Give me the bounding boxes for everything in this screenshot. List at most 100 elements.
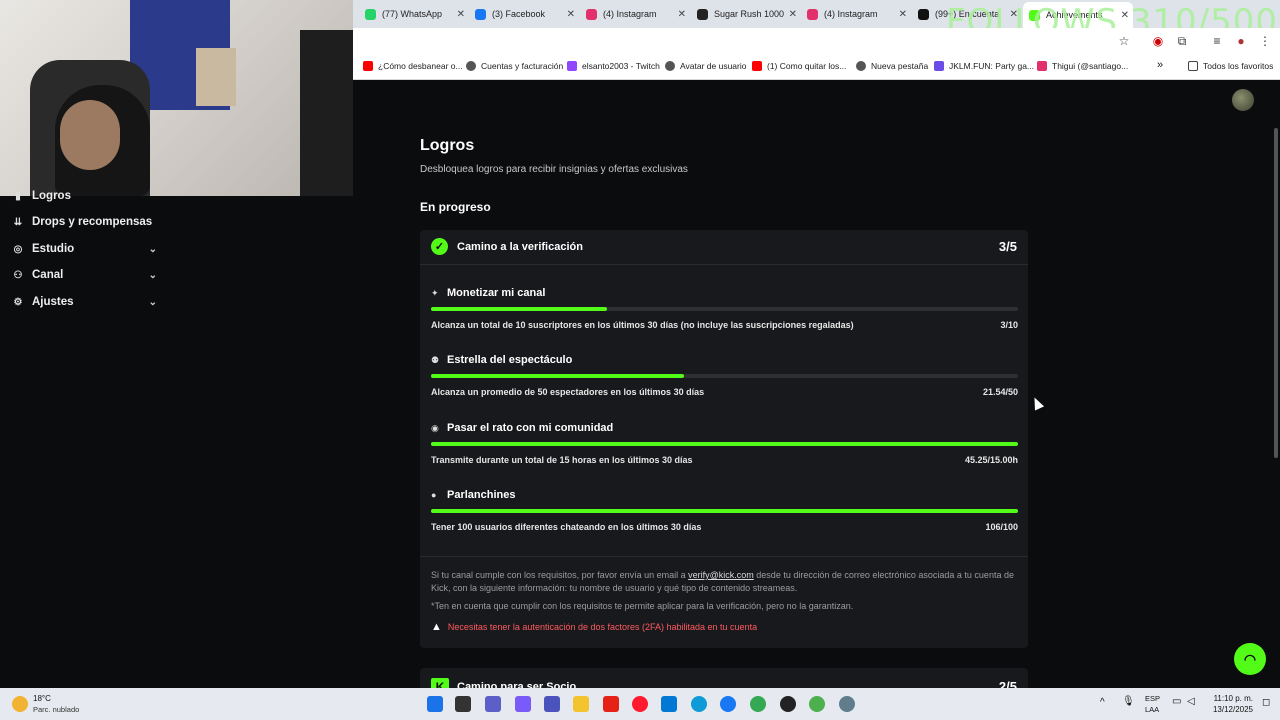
bookmarks-more-button[interactable]: » xyxy=(1157,59,1163,71)
chevron-down-icon[interactable]: ⌄ xyxy=(149,297,157,308)
bookmarks-bar: ¿Cómo desbanear o... Cuentas y facturaci… xyxy=(353,55,1280,80)
scrollbar[interactable] xyxy=(1274,128,1278,458)
chevron-down-icon[interactable]: ⌄ xyxy=(149,270,157,281)
obs-icon[interactable] xyxy=(780,696,796,712)
sidebar-item-drops[interactable]: ⇊ Drops y recompensas xyxy=(8,210,163,234)
weather-description[interactable]: Parc. nublado xyxy=(33,705,79,714)
tiktok-icon xyxy=(918,8,929,20)
extension-badge-icon[interactable]: ◉ xyxy=(1151,34,1165,48)
chrome-profile-icon[interactable] xyxy=(809,696,825,712)
achievement-item: ● Parlanchines Tener 100 usuarios difere… xyxy=(431,488,1018,543)
bookmark-item[interactable]: JKLM.FUN: Party ga... xyxy=(934,61,1034,71)
achievement-title: Parlanchines xyxy=(447,489,516,501)
network-icon[interactable]: ▭ xyxy=(1172,696,1181,707)
achievement-description: Alcanza un promedio de 50 espectadores e… xyxy=(431,387,705,397)
profile-icon[interactable]: ● xyxy=(1234,34,1248,48)
progress-bar xyxy=(431,509,1018,513)
bookmark-item[interactable]: elsanto2003 - Twitch xyxy=(567,61,660,71)
teams-work-icon[interactable] xyxy=(544,696,560,712)
sugar-rush-icon xyxy=(697,8,708,20)
support-chat-button[interactable]: ◠ xyxy=(1234,643,1266,675)
clock-date[interactable]: 13/12/2025 xyxy=(1208,705,1253,714)
achievement-item: ◉ Pasar el rato con mi comunidad Transmi… xyxy=(431,421,1018,476)
progress-bar xyxy=(431,307,1018,311)
webcam-overlay xyxy=(0,0,353,196)
language-indicator[interactable]: ESP xyxy=(1145,694,1160,703)
tray-chevron-icon[interactable]: ^ xyxy=(1100,697,1105,708)
jklm-icon xyxy=(934,61,944,71)
warning-icon: ▲ xyxy=(431,621,442,633)
viewers-icon: ⚉ xyxy=(431,355,440,365)
progress-fill xyxy=(431,442,1018,446)
microphone-icon[interactable]: 🎙 xyxy=(1122,696,1135,707)
achievement-item: ✦ Monetizar mi canal Alcanza un total de… xyxy=(431,286,1018,341)
all-bookmarks-button[interactable]: Todos los favoritos xyxy=(1188,61,1273,71)
edge-icon[interactable] xyxy=(691,696,707,712)
keyboard-layout[interactable]: LAA xyxy=(1145,705,1159,714)
chevron-down-icon[interactable]: ⌄ xyxy=(149,244,157,255)
bookmark-item[interactable]: ¿Cómo desbanear o... xyxy=(363,61,463,71)
facebook-app-icon[interactable] xyxy=(720,696,736,712)
sidebar-item-logros[interactable]: ▮ Logros xyxy=(8,184,163,208)
achievement-description: Tener 100 usuarios diferentes chateando … xyxy=(431,522,702,532)
page-subtitle: Desbloquea logros para recibir insignias… xyxy=(420,164,688,175)
taskbar: 18°C Parc. nublado ^ 🎙 ESP LAA ▭ ◁ 11:10… xyxy=(0,688,1280,720)
verify-email-link[interactable]: verify@kick.com xyxy=(688,570,754,580)
bookmark-item[interactable]: Cuentas y facturación xyxy=(466,61,563,71)
avatar[interactable] xyxy=(1232,89,1254,111)
chrome-profile-2-icon[interactable] xyxy=(839,696,855,712)
media-icon[interactable]: ≡ xyxy=(1210,34,1224,48)
globe-icon xyxy=(665,61,675,71)
teams-icon[interactable] xyxy=(485,696,501,712)
youtube-app-icon[interactable] xyxy=(603,696,619,712)
tab-whatsapp[interactable]: (77) WhatsApp ✕ xyxy=(359,4,469,24)
sidebar-item-canal[interactable]: ⚇ Canal ⌄ xyxy=(8,263,163,287)
bookmark-item[interactable]: (1) Como quitar los... xyxy=(752,61,846,71)
settings-icon: ⚙ xyxy=(13,296,23,308)
card-header[interactable]: ✓ Camino a la verificación 3/5 xyxy=(420,230,1028,265)
star-icon[interactable]: ☆ xyxy=(1117,34,1131,48)
tab-instagram-2[interactable]: (4) Instagram ✕ xyxy=(801,4,911,24)
bookmark-item[interactable]: Nueva pestaña xyxy=(856,61,928,71)
studio-icon: ◎ xyxy=(13,243,23,255)
volume-icon[interactable]: ◁ xyxy=(1187,696,1195,707)
whatsapp-icon xyxy=(365,8,376,20)
weather-temperature[interactable]: 18°C xyxy=(33,694,51,703)
browser-toolbar: ☆ ◉ ⧉ ≡ ● ⋮ xyxy=(353,28,1280,55)
bookmark-item[interactable]: Avatar de usuario xyxy=(665,61,746,71)
bookmark-item[interactable]: Thigui (@santiago... xyxy=(1037,61,1128,71)
achievement-description: Transmite durante un total de 15 horas e… xyxy=(431,455,693,465)
chrome-icon[interactable] xyxy=(750,696,766,712)
tab-strip: (77) WhatsApp ✕ (3) Facebook ✕ (4) Instagr… xyxy=(353,0,1280,42)
windows-start-icon[interactable] xyxy=(427,696,443,712)
close-icon[interactable]: ✕ xyxy=(789,9,797,20)
store-icon[interactable] xyxy=(661,696,677,712)
achievement-title: Monetizar mi canal xyxy=(447,287,546,299)
progress-bar xyxy=(431,374,1018,378)
verification-card: ✓ Camino a la verificación 3/5 ✦ Monetiz… xyxy=(420,230,1028,648)
close-icon[interactable]: ✕ xyxy=(567,9,575,20)
close-icon[interactable]: ✕ xyxy=(678,9,686,20)
facebook-icon xyxy=(475,8,486,20)
menu-icon[interactable]: ⋮ xyxy=(1258,34,1272,48)
tab-facebook[interactable]: (3) Facebook ✕ xyxy=(469,4,579,24)
achievement-description: Alcanza un total de 10 suscriptores en l… xyxy=(431,320,854,330)
sidebar-item-estudio[interactable]: ◎ Estudio ⌄ xyxy=(8,237,163,261)
progress-fill xyxy=(431,307,608,311)
tab-instagram[interactable]: (4) Instagram ✕ xyxy=(580,4,690,24)
sidebar-item-ajustes[interactable]: ⚙ Ajustes ⌄ xyxy=(8,290,163,314)
twofa-warning: ▲ Necesitas tener la autenticación de dos… xyxy=(431,621,758,633)
tab-sugar-rush[interactable]: Sugar Rush 1000 ✕ xyxy=(691,4,801,24)
file-explorer-icon[interactable] xyxy=(573,696,589,712)
weather-icon[interactable] xyxy=(12,696,28,712)
headset-icon: ◠ xyxy=(1243,650,1257,667)
clock-time[interactable]: 11:10 p. m. xyxy=(1208,694,1253,703)
extensions-icon[interactable]: ⧉ xyxy=(1175,34,1189,48)
notifications-icon[interactable]: ◻ xyxy=(1262,697,1270,708)
close-icon[interactable]: ✕ xyxy=(899,9,907,20)
copilot-icon[interactable] xyxy=(515,696,531,712)
opera-icon[interactable] xyxy=(632,696,648,712)
task-view-icon[interactable] xyxy=(455,696,471,712)
channel-icon: ⚇ xyxy=(13,269,23,281)
close-icon[interactable]: ✕ xyxy=(457,9,465,20)
